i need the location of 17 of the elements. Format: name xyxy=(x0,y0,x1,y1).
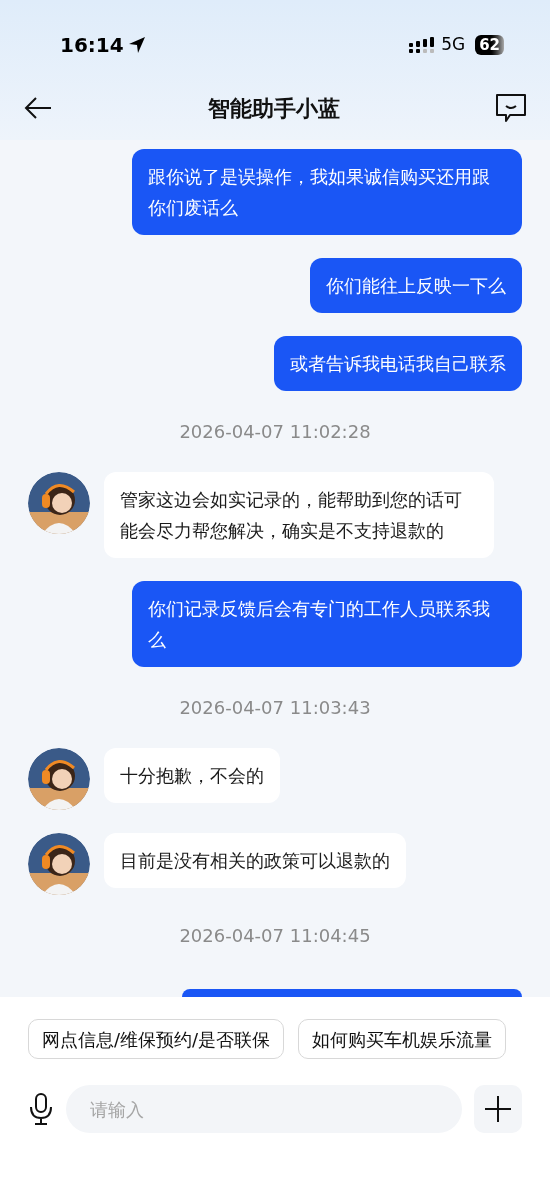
chat-title: 智能助手小蓝 xyxy=(208,94,340,123)
received-message: 十分抱歉，不会的 xyxy=(104,748,280,803)
timestamp: 2026-04-07 11:04:45 xyxy=(179,924,371,948)
sent-message: 或者告诉我电话我自己联系 xyxy=(274,336,522,391)
sent-message: 你们记录反馈后会有专门的工作人员联系我么 xyxy=(132,581,522,667)
status-time: 16:14 xyxy=(60,32,124,59)
battery-indicator: 62 xyxy=(475,35,504,55)
network-label: 5G xyxy=(441,33,466,57)
message-input[interactable]: 请输入 xyxy=(66,1085,462,1133)
received-message: 目前是没有相关的政策可以退款的 xyxy=(104,833,406,888)
sent-message: 跟你说了是误操作，我如果诚信购买还用跟你们废话么 xyxy=(132,149,522,235)
received-message: 管家这边会如实记录的，能帮助到您的话可能会尽力帮您解决，确实是不支持退款的 xyxy=(104,472,494,558)
quick-reply-chip[interactable]: 网点信息/维保预约/是否联保 xyxy=(28,1019,285,1059)
sent-message: 你们能往上反映一下么 xyxy=(310,258,522,313)
timestamp: 2026-04-07 11:03:43 xyxy=(179,696,371,720)
timestamp: 2026-04-07 11:02:28 xyxy=(179,420,371,444)
quick-reply-chip[interactable]: 如何购买车机娱乐流量 xyxy=(298,1019,507,1059)
